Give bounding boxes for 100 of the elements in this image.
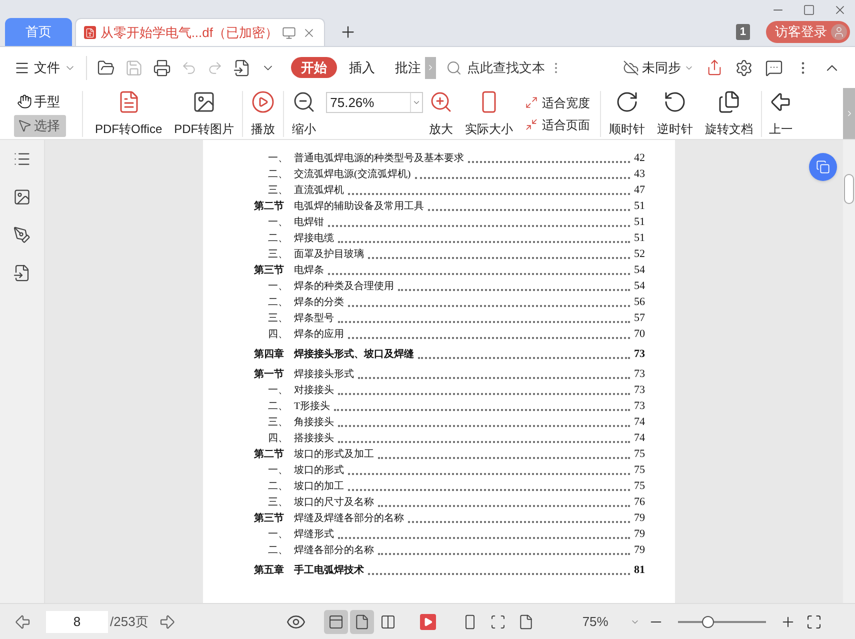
cloud-icon xyxy=(623,60,639,76)
toc-title: 普通电弧焊电源的种类型号及基本要求 xyxy=(294,152,464,166)
play-button[interactable]: 播放 xyxy=(245,90,282,138)
toc-marker: 第四章 xyxy=(254,347,285,362)
rotate-clockwise-icon xyxy=(615,90,640,114)
toc-marker: 三、 xyxy=(268,416,289,430)
toc-page-number: 73 xyxy=(634,398,645,414)
toc-marker: 第二节 xyxy=(254,448,285,462)
folder-icon[interactable] xyxy=(97,58,115,76)
avatar-icon xyxy=(831,24,847,40)
scrollbar-thumb[interactable] xyxy=(844,174,854,204)
toc-title: 面罩及护目玻璃 xyxy=(294,248,364,262)
toc-title: 焊条的应用 xyxy=(294,328,344,342)
toc-title: T形接头 xyxy=(294,400,330,414)
mode-button[interactable]: 手型 xyxy=(14,90,66,112)
toc-marker: 一、 xyxy=(268,152,289,166)
hand-icon xyxy=(17,94,32,109)
close-icon[interactable] xyxy=(833,3,847,17)
toc-marker: 一、 xyxy=(268,464,289,478)
ribbon-tab[interactable]: 批注 xyxy=(387,57,429,78)
view-mode-button[interactable] xyxy=(350,610,374,634)
toc-title: 坡口的形式及加工 xyxy=(294,448,374,462)
toc-title: 焊条的分类 xyxy=(294,296,344,310)
settings-icon[interactable] xyxy=(735,58,753,76)
pen-icon[interactable] xyxy=(13,226,31,244)
toc-page-number: 70 xyxy=(634,326,645,342)
file-menu[interactable]: 文件 xyxy=(14,58,76,78)
toc-title: 电焊钳 xyxy=(294,216,324,230)
comment-icon[interactable] xyxy=(765,58,783,76)
toc-page-number: 51 xyxy=(634,214,645,230)
monitor-icon[interactable] xyxy=(282,26,296,40)
previous-button[interactable]: 上一 xyxy=(764,90,792,138)
rotate-clockwise-button[interactable]: 顺时针 xyxy=(603,90,652,138)
previous-page-icon[interactable] xyxy=(14,612,32,630)
share-icon[interactable] xyxy=(706,59,723,76)
toc-page-number: 43 xyxy=(634,166,645,182)
toc-title: 焊缝各部分的名称 xyxy=(294,544,374,558)
toc-marker: 第五章 xyxy=(254,563,285,578)
zoom-level[interactable]: 75% xyxy=(582,612,608,632)
fit-button[interactable]: 适合页面 xyxy=(525,116,590,134)
fit-button[interactable]: 适合宽度 xyxy=(525,94,590,112)
toc-page-number: 73 xyxy=(634,382,645,398)
zoom-in-button[interactable]: 放大 xyxy=(423,90,460,138)
ribbon-tab[interactable]: 插入 xyxy=(341,57,383,78)
page-number-field[interactable]: 8 xyxy=(46,610,108,632)
toc-marker: 第三节 xyxy=(254,264,285,278)
maximize-icon[interactable] xyxy=(803,4,815,16)
toc-page-number: 47 xyxy=(634,182,645,198)
toc-page-number: 75 xyxy=(634,478,645,494)
ribbon-tab[interactable]: 开始 xyxy=(291,57,337,78)
pdf-file-icon xyxy=(84,26,96,39)
play-icon xyxy=(251,90,276,114)
toc-title: 电弧焊的辅助设备及常用工具 xyxy=(294,200,424,214)
search-icon xyxy=(446,60,462,76)
toc-marker: 第三节 xyxy=(254,512,285,526)
fit-width-icon[interactable] xyxy=(518,614,534,630)
toc-page-number: 74 xyxy=(634,430,645,446)
toc-title: 焊接电缆 xyxy=(294,232,334,246)
actual-size-button[interactable]: 实际大小 xyxy=(459,90,520,138)
floating-action-button[interactable] xyxy=(809,153,837,181)
pdf-to-office-button[interactable]: PDF转Office xyxy=(89,90,168,138)
export-icon[interactable] xyxy=(233,58,251,76)
image-icon[interactable] xyxy=(13,188,31,206)
play-button[interactable] xyxy=(420,614,436,630)
pdf-to-image-button[interactable]: PDF转图片 xyxy=(168,90,240,138)
export-icon[interactable] xyxy=(13,264,31,282)
zoom-out-icon xyxy=(292,90,316,114)
fullscreen-icon[interactable] xyxy=(806,614,822,630)
rotate-counterclockwise-button[interactable]: 逆时针 xyxy=(651,90,700,138)
document-tab[interactable]: 从零开始学电气...df（已加密） xyxy=(75,18,325,46)
mode-button[interactable]: 选择 xyxy=(14,114,66,136)
zoom-out-button[interactable]: 缩小 xyxy=(286,90,322,138)
next-page-icon[interactable] xyxy=(158,612,176,630)
toc-marker: 一、 xyxy=(268,280,289,294)
outline-icon[interactable] xyxy=(13,150,31,168)
search-field[interactable]: 点此查找文本 xyxy=(446,58,545,78)
toc-page-number: 79 xyxy=(634,542,645,558)
toc-marker: 四、 xyxy=(268,328,289,342)
rotate-document-button[interactable]: 旋转文档 xyxy=(699,90,760,138)
print-icon[interactable] xyxy=(153,58,171,76)
toc-marker: 三、 xyxy=(268,312,289,326)
toc-marker: 四、 xyxy=(268,432,289,446)
toc-page-number: 56 xyxy=(634,294,645,310)
toc-marker: 二、 xyxy=(268,168,289,182)
image-icon xyxy=(192,90,216,114)
fit-page-icon[interactable] xyxy=(490,614,506,630)
toc-page-number: 54 xyxy=(634,262,645,278)
page-layout-icon xyxy=(380,614,396,630)
toc-page-number: 73 xyxy=(634,346,645,362)
toc-title: 坡口的尺寸及名称 xyxy=(294,496,374,510)
zoom-field[interactable]: 75.26% xyxy=(326,92,424,113)
toc-page-number: 76 xyxy=(634,494,645,510)
toc-title: 手工电弧焊技术 xyxy=(294,564,364,578)
toc-page-number: 79 xyxy=(634,526,645,542)
toc-title: 电焊条 xyxy=(294,264,324,278)
pointer-icon xyxy=(17,118,32,133)
view-mode-button[interactable] xyxy=(324,610,348,634)
sync-button[interactable]: 未同步 xyxy=(623,58,694,78)
pages-icon xyxy=(717,90,742,114)
window-count-badge[interactable]: 1 xyxy=(736,24,750,40)
